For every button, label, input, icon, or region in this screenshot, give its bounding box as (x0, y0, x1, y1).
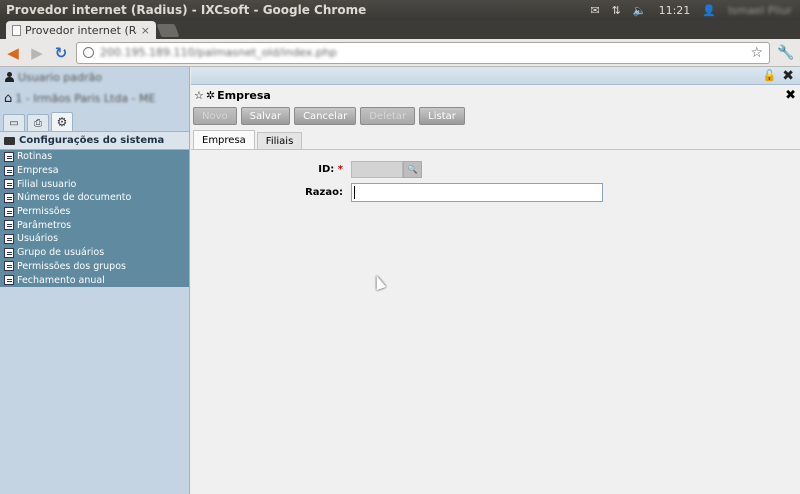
main-panel: 🔓 ✖ ☆ ✲ Empresa ✖ Novo Salvar Cancelar D… (191, 67, 800, 494)
browser-toolbar: ◀ ▶ ↻ 200.195.189.110/palmasnet_old/inde… (0, 39, 800, 67)
required-marker: * (337, 164, 343, 175)
document-icon (4, 261, 14, 272)
sidebar-tabs: ▭ ⎙ ⚙ (0, 112, 189, 132)
menu-item-filial-usuario[interactable]: Filial usuario (0, 177, 189, 191)
os-top-panel: Provedor internet (Radius) - IXCsoft - G… (0, 0, 800, 20)
menu-list: Rotinas Empresa Filial usuario Números d… (0, 150, 189, 287)
tab-empresa[interactable]: Empresa (193, 130, 255, 149)
browser-tab-title: Provedor internet (Radius (25, 23, 137, 37)
action-toolbar: Novo Salvar Cancelar Deletar Listar (191, 105, 800, 127)
close-window-icon[interactable]: ✖ (785, 88, 800, 103)
back-arrow-icon[interactable]: ◀ (4, 44, 22, 62)
app-area: Usuario padrão ⌂ 1 - Irmãos Paris Ltda -… (0, 67, 800, 494)
listar-button[interactable]: Listar (419, 107, 465, 125)
form-tabs: Empresa Filiais (191, 130, 800, 150)
document-icon (4, 206, 14, 217)
document-icon (4, 151, 14, 162)
text-caret (354, 186, 355, 199)
main-topbar: 🔓 ✖ (191, 67, 800, 85)
menu-item-empresa[interactable]: Empresa (0, 164, 189, 178)
clock[interactable]: 11:21 (659, 4, 691, 17)
print-tab-icon[interactable]: ⎙ (27, 114, 49, 131)
window-header: ☆ ✲ Empresa ✖ (191, 85, 800, 105)
refresh-icon[interactable]: ✲ (206, 89, 215, 102)
volume-icon[interactable]: 🔈 (633, 4, 647, 17)
menu-item-permissoes-grupos[interactable]: Permissões dos grupos (0, 260, 189, 274)
salvar-button[interactable]: Salvar (240, 107, 291, 125)
wrench-icon[interactable]: 🔧 (776, 45, 796, 61)
favorite-star-icon[interactable]: ☆ (194, 89, 204, 102)
menu-item-grupo-usuarios[interactable]: Grupo de usuários (0, 246, 189, 260)
address-bar[interactable]: 200.195.189.110/palmasnet_old/index.php … (76, 41, 770, 64)
network-icon[interactable]: ⇅ (612, 4, 621, 17)
system-tray: ✉ ⇅ 🔈 11:21 👤 Ismael Pliur (590, 4, 800, 17)
user-name: Usuario padrão (18, 70, 102, 84)
cancelar-button[interactable]: Cancelar (294, 107, 357, 125)
bookmark-star-icon[interactable]: ☆ (750, 45, 763, 61)
url-text[interactable]: 200.195.189.110/palmasnet_old/index.php (100, 46, 744, 59)
user-row: Usuario padrão (0, 67, 189, 87)
razao-label: Razao: (305, 187, 343, 198)
window-tab-icon[interactable]: ▭ (3, 114, 25, 131)
document-icon (4, 233, 14, 244)
menu-item-parametros[interactable]: Parâmetros (0, 218, 189, 232)
sidebar: Usuario padrão ⌂ 1 - Irmãos Paris Ltda -… (0, 67, 190, 494)
document-icon (4, 275, 14, 286)
folder-icon (4, 136, 15, 145)
session-user[interactable]: Ismael Pliur (728, 4, 792, 17)
document-icon (4, 192, 14, 203)
browser-tabstrip: Provedor internet (Radius × (0, 20, 800, 39)
razao-input[interactable] (351, 183, 603, 202)
globe-icon (83, 47, 94, 58)
menu-item-permissoes[interactable]: Permissões (0, 205, 189, 219)
document-icon (4, 179, 14, 190)
deletar-button[interactable]: Deletar (360, 107, 416, 125)
company-name: 1 - Irmãos Paris Ltda - ME (15, 91, 156, 105)
novo-button[interactable]: Novo (193, 107, 237, 125)
section-title: Configurações do sistema (19, 135, 165, 146)
menu-item-usuarios[interactable]: Usuários (0, 232, 189, 246)
reload-icon[interactable]: ↻ (52, 44, 70, 62)
window-title-text: Empresa (217, 88, 271, 102)
unlock-icon[interactable]: 🔓 (763, 69, 777, 82)
menu-item-rotinas[interactable]: Rotinas (0, 150, 189, 164)
search-icon[interactable]: 🔍 (403, 161, 422, 178)
user-icon: 👤 (702, 3, 716, 17)
id-input[interactable] (351, 161, 403, 178)
document-icon (4, 165, 14, 176)
gear-tab-icon[interactable]: ⚙ (51, 112, 73, 131)
home-icon[interactable]: ⌂ (4, 91, 12, 106)
mouse-cursor-icon (371, 273, 387, 291)
browser-tab[interactable]: Provedor internet (Radius × (6, 21, 156, 39)
page-icon (12, 24, 21, 36)
tab-close-icon[interactable]: × (141, 24, 150, 37)
tab-filiais[interactable]: Filiais (256, 132, 303, 149)
form-area: ID: * 🔍 Razao: (191, 150, 800, 450)
document-icon (4, 247, 14, 258)
menu-item-numeros-documento[interactable]: Números de documento (0, 191, 189, 205)
close-all-icon[interactable]: ✖ (782, 68, 794, 84)
document-icon (4, 220, 14, 231)
menu-item-fechamento-anual[interactable]: Fechamento anual (0, 273, 189, 287)
new-tab-button[interactable] (156, 24, 180, 37)
mail-icon[interactable]: ✉ (590, 4, 599, 17)
id-label: ID: * (318, 164, 343, 175)
window-title: Provedor internet (Radius) - IXCsoft - G… (6, 3, 367, 17)
user-icon (5, 72, 14, 82)
section-header[interactable]: Configurações do sistema (0, 132, 189, 150)
forward-arrow-icon[interactable]: ▶ (28, 44, 46, 62)
company-row: ⌂ 1 - Irmãos Paris Ltda - ME (0, 87, 189, 109)
